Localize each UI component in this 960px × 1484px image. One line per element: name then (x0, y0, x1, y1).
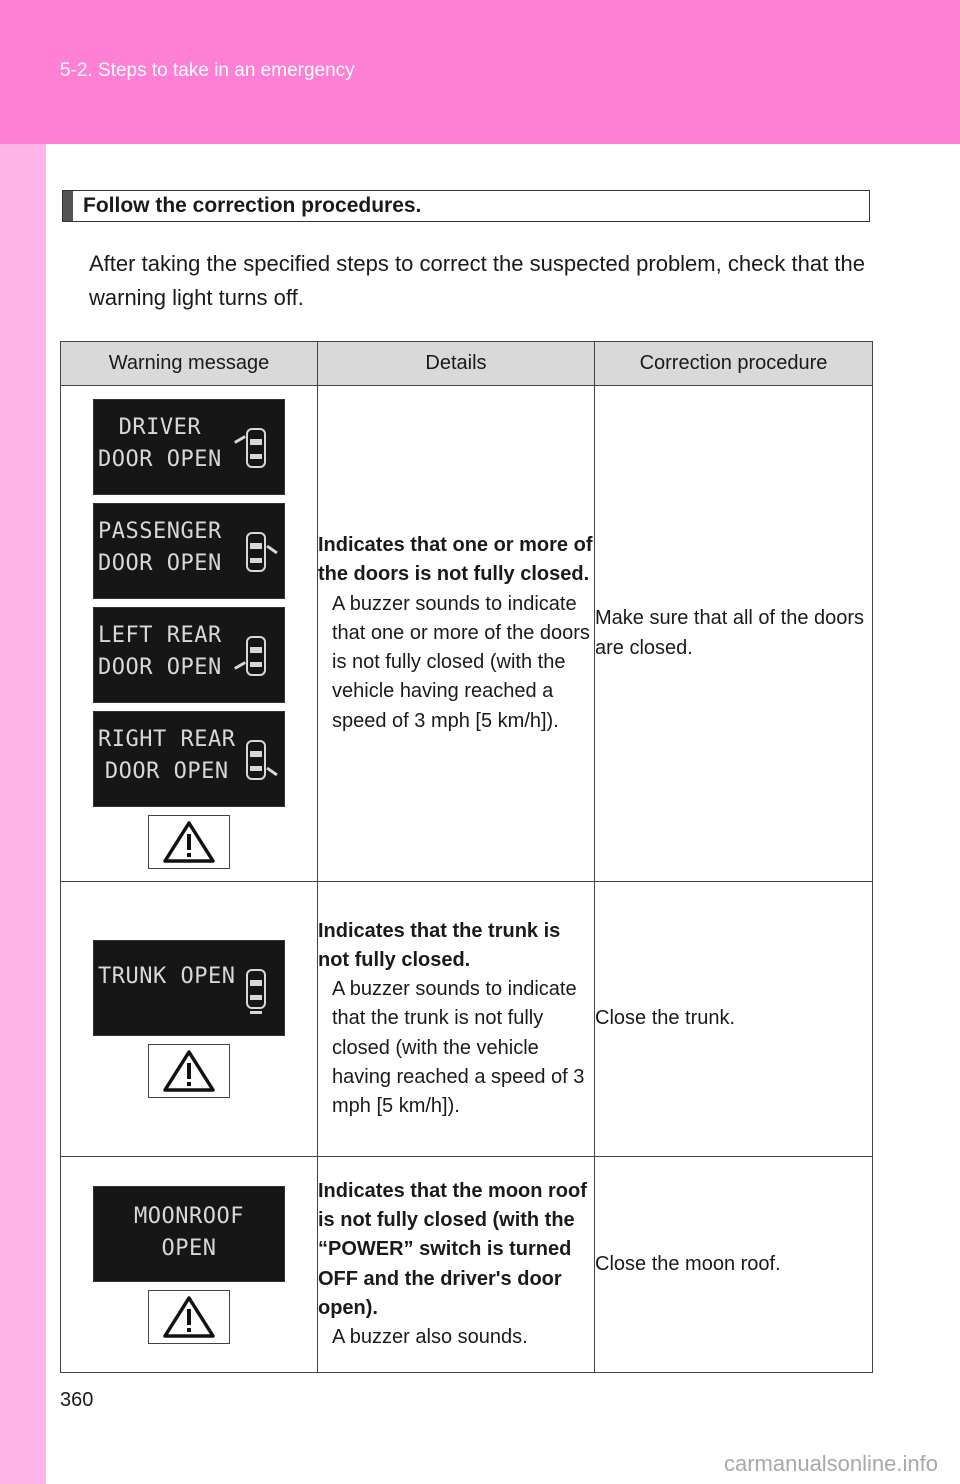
details-cell: Indicates that the moon roof is not full… (317, 1156, 595, 1373)
display-text: MOONROOF (134, 1203, 244, 1229)
intro-paragraph: After taking the specified steps to corr… (89, 251, 865, 310)
warning-message-table: Warning message Details Correction proce… (60, 341, 873, 1373)
side-tab (0, 144, 46, 1484)
display-text: DOOR OPEN (98, 446, 222, 472)
driver-door-display: DRIVER DOOR OPEN (93, 398, 285, 495)
details-cell: Indicates that one or more of the doors … (317, 385, 595, 882)
car-icon (246, 635, 266, 676)
caution-icon (148, 814, 230, 869)
table-header-row: Warning message Details Correction proce… (60, 341, 873, 386)
open-door-icon (234, 434, 246, 444)
procedure-cell: Close the trunk. (594, 881, 873, 1157)
section-heading: Follow the correction procedures. (62, 190, 870, 222)
procedure-cell: Close the moon roof. (594, 1156, 873, 1373)
warning-message-cell: DRIVER DOOR OPEN PASSENGER DOOR OPEN LEF… (60, 385, 318, 882)
section-title: Follow the correction procedures. (83, 194, 422, 217)
column-header-procedure: Correction procedure (594, 341, 873, 386)
trunk-open-display: TRUNK OPEN (93, 940, 285, 1036)
display-text: DRIVER (118, 414, 202, 440)
caution-icon (148, 1289, 230, 1344)
display-text: OPEN (161, 1235, 217, 1261)
warning-message-cell: TRUNK OPEN (60, 881, 318, 1157)
display-text: DOOR OPEN (104, 758, 229, 784)
page-number: 360 (60, 1389, 94, 1411)
details-cell: Indicates that the trunk is not fully cl… (317, 881, 595, 1157)
table-row: DRIVER DOOR OPEN PASSENGER DOOR OPEN LEF… (60, 385, 873, 882)
passenger-door-display: PASSENGER DOOR OPEN (93, 502, 285, 599)
details-note: A buzzer also sounds. (332, 1325, 528, 1348)
car-icon (246, 427, 266, 468)
display-text: LEFT REAR (98, 622, 222, 648)
display-text: RIGHT REAR (98, 726, 236, 752)
caution-icon (148, 1044, 230, 1098)
open-door-icon (234, 660, 246, 670)
left-rear-door-display: LEFT REAR DOOR OPEN (93, 606, 285, 703)
details-summary: Indicates that the moon roof is not full… (318, 1179, 587, 1319)
details-note: A buzzer sounds to indicate that the tru… (332, 978, 585, 1117)
display-text: DOOR OPEN (98, 654, 222, 680)
car-icon (246, 739, 266, 780)
warning-message-cell: MOONROOF OPEN (60, 1156, 318, 1373)
heading-marker (63, 191, 73, 221)
moonroof-open-display: MOONROOF OPEN (93, 1185, 285, 1282)
car-icon (246, 531, 266, 572)
details-summary: Indicates that one or more of the doors … (318, 534, 593, 586)
open-door-icon (266, 766, 278, 776)
open-trunk-icon (250, 1011, 262, 1014)
procedure-cell: Make sure that all of the doors are clos… (594, 385, 873, 882)
display-text: DOOR OPEN (98, 550, 222, 576)
details-summary: Indicates that the trunk is not fully cl… (318, 919, 561, 971)
car-icon (246, 969, 266, 1009)
section-breadcrumb: 5-2. Steps to take in an emergency (60, 60, 355, 81)
table-row: MOONROOF OPEN Indicates that the moon ro… (60, 1156, 873, 1373)
watermark: carmanualsonline.info (723, 1451, 938, 1476)
display-text: PASSENGER (98, 518, 222, 544)
open-door-icon (266, 544, 278, 554)
column-header-details: Details (317, 341, 595, 386)
display-text: TRUNK OPEN (98, 964, 236, 989)
column-header-message: Warning message (60, 341, 318, 386)
right-rear-door-display: RIGHT REAR DOOR OPEN (93, 710, 285, 807)
table-row: TRUNK OPEN Indicates that the trunk is n… (60, 881, 873, 1157)
details-note: A buzzer sounds to indicate that one or … (332, 592, 590, 732)
